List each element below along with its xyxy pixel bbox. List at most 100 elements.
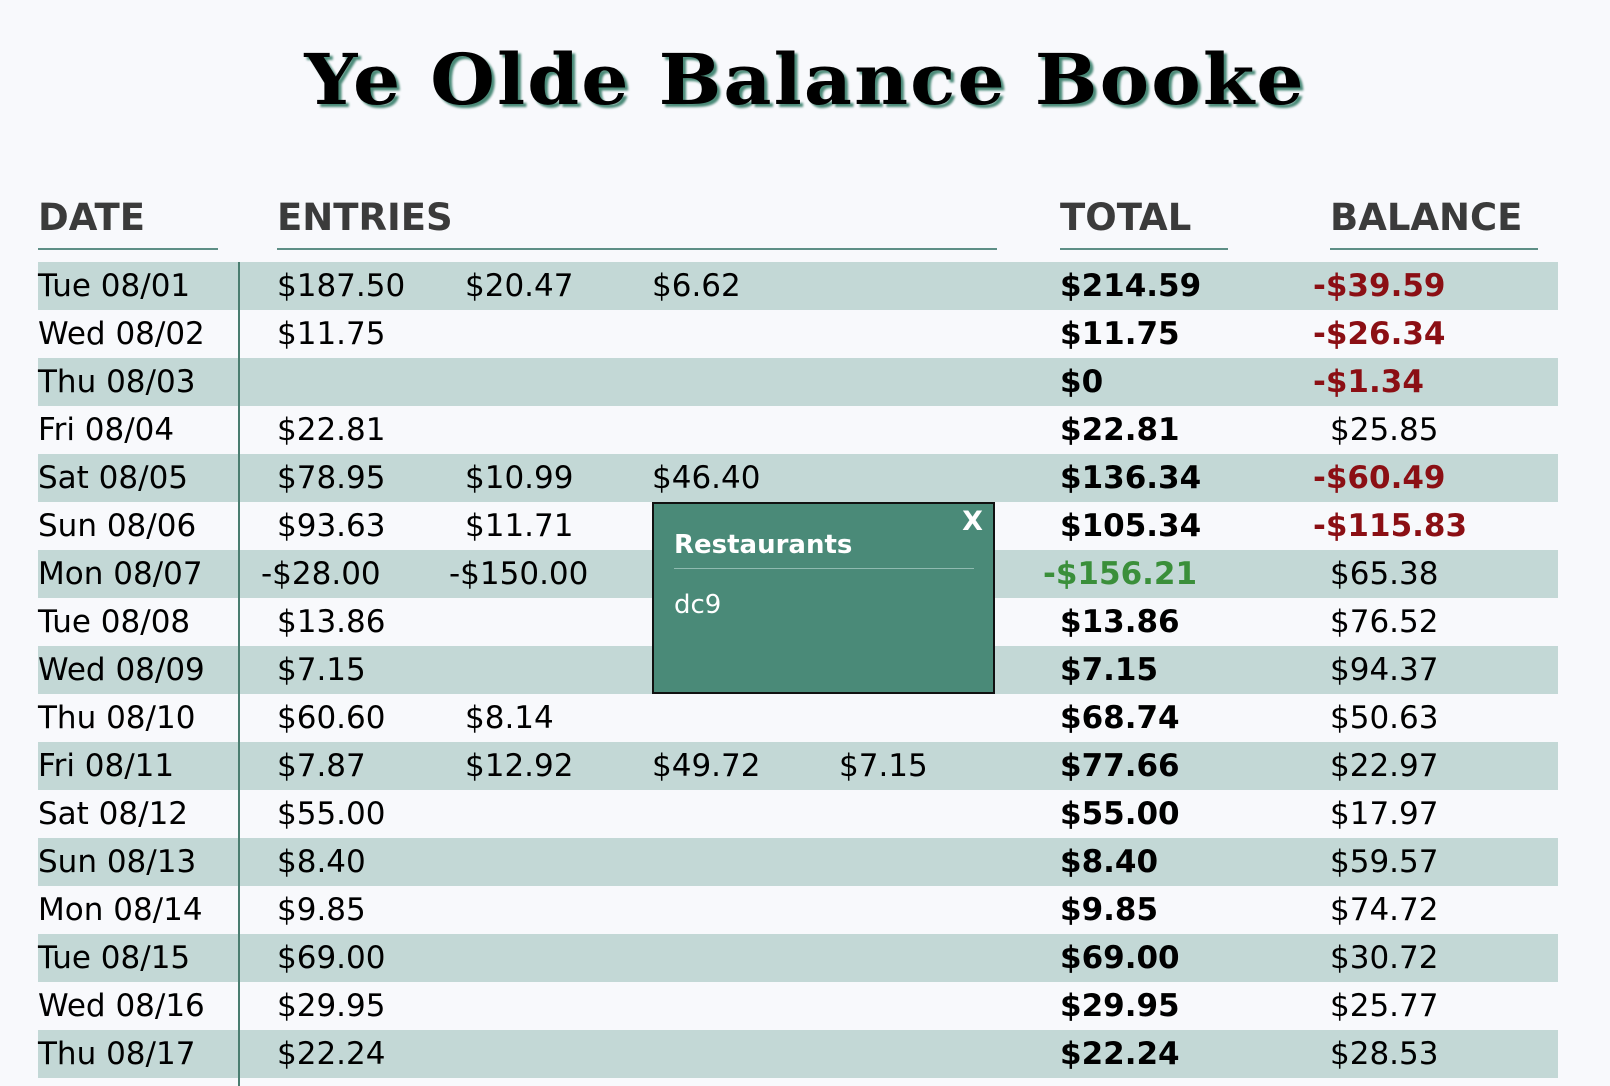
entry-cell[interactable]: -$150.00 [449, 550, 588, 598]
date-cell: Fri 08/04 [38, 412, 175, 448]
entry-cell[interactable]: $69.00 [277, 934, 385, 982]
total-cell: $7.15 [1060, 652, 1159, 688]
header-balance: BALANCE [1330, 196, 1538, 250]
date-cell: Wed 08/02 [38, 316, 205, 352]
table-row[interactable]: Thu 08/10 $60.60 $8.14 $68.74 $50.63 [38, 694, 1558, 742]
total-cell: $22.24 [1060, 1036, 1180, 1072]
date-cell: Mon 08/07 [38, 556, 203, 592]
entry-cell[interactable]: $9.85 [277, 886, 366, 934]
total-cell: $22.81 [1060, 412, 1180, 448]
date-cell: Wed 08/09 [38, 652, 205, 688]
total-cell: $105.34 [1060, 508, 1202, 544]
entry-cell[interactable]: $22.24 [277, 1030, 385, 1078]
balance-cell: $65.38 [1330, 556, 1439, 592]
entry-cell[interactable]: $29.95 [277, 982, 385, 1030]
balance-cell: $25.77 [1330, 988, 1439, 1024]
date-cell: Fri 08/11 [38, 748, 175, 784]
entry-cell[interactable]: $49.72 [652, 742, 760, 790]
header-date: DATE [38, 196, 218, 250]
entry-cell[interactable]: $78.95 [277, 454, 385, 502]
balance-cell: $94.37 [1330, 652, 1439, 688]
entry-cell[interactable]: $55.00 [277, 790, 385, 838]
balance-cell: -$60.49 [1313, 460, 1446, 496]
table-row[interactable]: Mon 08/14 $9.85 $9.85 $74.72 [38, 886, 1558, 934]
entry-cell[interactable]: $60.60 [277, 694, 385, 742]
entry-cell[interactable]: $12.92 [465, 742, 573, 790]
balance-cell: $25.85 [1330, 412, 1439, 448]
table-row[interactable]: Sat 08/05 $78.95 $10.99 $46.40 $136.34 -$60.4… [38, 454, 1558, 502]
total-cell: -$156.21 [1043, 556, 1198, 592]
entry-cell[interactable]: $8.14 [465, 694, 554, 742]
balance-cell: $30.72 [1330, 940, 1439, 976]
total-cell: $136.34 [1060, 460, 1202, 496]
date-cell: Thu 08/10 [38, 700, 196, 736]
total-cell: $11.75 [1060, 316, 1180, 352]
date-cell: Wed 08/16 [38, 988, 205, 1024]
total-cell: $29.95 [1060, 988, 1180, 1024]
entry-cell[interactable]: $93.63 [277, 502, 385, 550]
table-row[interactable]: Thu 08/17 $22.24 $22.24 $28.53 [38, 1030, 1558, 1078]
entry-cell[interactable]: $46.40 [652, 454, 760, 502]
total-cell: $77.66 [1060, 748, 1180, 784]
balance-cell: -$26.34 [1313, 316, 1446, 352]
balance-cell: $50.63 [1330, 700, 1439, 736]
popup-title: Restaurants [674, 530, 974, 569]
header-total: TOTAL [1060, 196, 1228, 250]
entry-cell[interactable]: $13.86 [277, 598, 385, 646]
total-cell: $13.86 [1060, 604, 1180, 640]
date-cell: Thu 08/03 [38, 364, 196, 400]
entry-cell[interactable]: $7.15 [277, 646, 366, 694]
entry-cell[interactable]: $22.81 [277, 406, 385, 454]
balance-cell: $17.97 [1330, 796, 1439, 832]
date-cell: Thu 08/17 [38, 1036, 196, 1072]
total-cell: $55.00 [1060, 796, 1180, 832]
balance-book-page: Ye Olde Balance Booke DATE ENTRIES TOTAL… [0, 0, 1610, 1086]
balance-cell: $22.97 [1330, 748, 1439, 784]
table-row[interactable]: Thu 08/03 $0 -$1.34 [38, 358, 1558, 406]
entry-cell[interactable]: $7.87 [277, 742, 366, 790]
entry-cell[interactable]: $187.50 [277, 262, 405, 310]
balance-cell: $28.53 [1330, 1036, 1439, 1072]
date-cell: Tue 08/08 [38, 604, 191, 640]
balance-cell: -$39.59 [1313, 268, 1446, 304]
total-cell: $8.40 [1060, 844, 1159, 880]
table-row[interactable]: Sun 08/13 $8.40 $8.40 $59.57 [38, 838, 1558, 886]
total-cell: $9.85 [1060, 892, 1159, 928]
entry-cell[interactable]: $20.47 [465, 262, 573, 310]
date-cell: Sat 08/12 [38, 796, 189, 832]
date-cell: Mon 08/14 [38, 892, 203, 928]
total-cell: $214.59 [1060, 268, 1202, 304]
table-row[interactable]: Wed 08/02 $11.75 $11.75 -$26.34 [38, 310, 1558, 358]
date-cell: Sat 08/05 [38, 460, 189, 496]
date-cell: Sun 08/06 [38, 508, 197, 544]
table-row[interactable]: Fri 08/11 $7.87 $12.92 $49.72 $7.15 $77.66 $22… [38, 742, 1558, 790]
balance-cell: $59.57 [1330, 844, 1439, 880]
header-entries: ENTRIES [277, 196, 997, 250]
total-cell: $0 [1060, 364, 1104, 400]
entry-cell[interactable]: $11.75 [277, 310, 385, 358]
entry-cell[interactable]: $10.99 [465, 454, 573, 502]
entry-cell[interactable]: $7.15 [839, 742, 928, 790]
total-cell: $68.74 [1060, 700, 1180, 736]
balance-cell: $76.52 [1330, 604, 1439, 640]
entry-cell[interactable]: $11.71 [465, 502, 573, 550]
table-row[interactable]: Wed 08/16 $29.95 $29.95 $25.77 [38, 982, 1558, 1030]
table-row[interactable]: Fri 08/04 $22.81 $22.81 $25.85 [38, 406, 1558, 454]
table-row[interactable]: Tue 08/01 $187.50 $20.47 $6.62 $214.59 -$39.5… [38, 262, 1558, 310]
date-column-divider [238, 262, 240, 1086]
balance-cell: -$115.83 [1313, 508, 1468, 544]
entry-cell[interactable]: $6.62 [652, 262, 741, 310]
date-cell: Tue 08/01 [38, 268, 191, 304]
balance-cell: -$1.34 [1313, 364, 1424, 400]
entry-cell[interactable]: -$28.00 [261, 550, 381, 598]
total-cell: $69.00 [1060, 940, 1180, 976]
date-cell: Sun 08/13 [38, 844, 197, 880]
table-row[interactable]: Sat 08/12 $55.00 $55.00 $17.97 [38, 790, 1558, 838]
table-row[interactable]: Tue 08/15 $69.00 $69.00 $30.72 [38, 934, 1558, 982]
category-popup: X Restaurants dc9 [652, 502, 995, 694]
popup-body: dc9 [674, 590, 722, 620]
entry-cell[interactable]: $8.40 [277, 838, 366, 886]
page-title: Ye Olde Balance Booke [304, 38, 1306, 121]
balance-cell: $74.72 [1330, 892, 1439, 928]
date-cell: Tue 08/15 [38, 940, 191, 976]
